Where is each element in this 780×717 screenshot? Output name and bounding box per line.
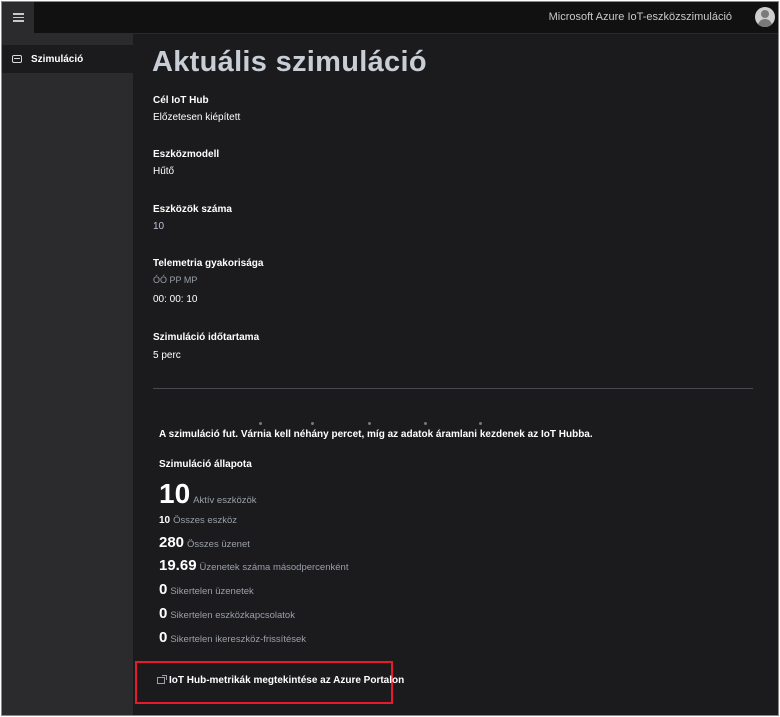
stat-failed-messages: 0 Sikertelen üzenetek: [159, 581, 254, 598]
stat-value: 0: [159, 605, 168, 622]
hamburger-menu-icon[interactable]: [2, 2, 34, 33]
stat-label: Összes üzenet: [187, 539, 250, 550]
app-window: Microsoft Azure IoT-eszközszimuláció Szi…: [1, 1, 779, 716]
stat-messages-per-second: 19.69 Üzenetek száma másodpercenként: [159, 557, 348, 574]
stat-label: Sikertelen üzenetek: [170, 586, 254, 597]
stat-label: Aktív eszközök: [193, 495, 257, 506]
stat-label: Sikertelen eszközkapcsolatok: [170, 610, 295, 621]
simulation-running-message: A szimuláció fut. Várnia kell néhány per…: [159, 429, 593, 440]
sidebar-item-label: Szimuláció: [31, 53, 84, 65]
page-title: Aktuális szimuláció: [152, 46, 427, 78]
stat-value: 19.69: [159, 557, 197, 574]
app-title: Microsoft Azure IoT-eszközszimuláció: [548, 11, 732, 23]
stat-failed-device-connections: 0 Sikertelen eszközkapcsolatok: [159, 605, 295, 622]
telemetry-frequency-label: Telemetria gyakorisága: [153, 258, 264, 269]
device-count-label: Eszközök száma: [153, 204, 232, 215]
main-content: Aktuális szimuláció Cél IoT Hub Előzetes…: [133, 34, 778, 715]
target-hub-label: Cél IoT Hub: [153, 95, 209, 106]
sidebar: Szimuláció: [2, 34, 133, 715]
device-model-value: Hűtő: [153, 166, 175, 177]
progress-dots: [259, 422, 489, 426]
simulation-duration-value: 5 perc: [153, 350, 181, 361]
stat-label: Sikertelen ikereszköz-frissítések: [170, 634, 307, 645]
sidebar-item-simulation[interactable]: Szimuláció: [2, 45, 133, 73]
stat-value: 280: [159, 534, 185, 551]
device-count-value: 10: [153, 221, 165, 232]
telemetry-frequency-hint: ÓÓ PP MP: [153, 275, 198, 285]
azure-portal-metrics-link[interactable]: IoT Hub-metrikák megtekintése az Azure P…: [157, 675, 404, 686]
stat-failed-twin-updates: 0 Sikertelen ikereszköz-frissítések: [159, 629, 306, 646]
target-hub-value: Előzetesen kiépített: [153, 112, 241, 123]
device-model-label: Eszközmodell: [153, 149, 220, 160]
stat-value: 0: [159, 581, 168, 598]
external-link-icon: [157, 675, 167, 684]
stat-active-devices: 10 Aktív eszközök: [159, 478, 257, 510]
simulation-duration-label: Szimuláció időtartama: [153, 332, 260, 343]
top-bar: Microsoft Azure IoT-eszközszimuláció: [2, 2, 778, 34]
stat-label: Üzenetek száma másodpercenként: [199, 562, 349, 573]
telemetry-frequency-value: 00: 00: 10: [153, 294, 198, 305]
stat-value: 0: [159, 629, 168, 646]
simulation-status-title: Szimuláció állapota: [159, 459, 252, 470]
user-avatar-icon[interactable]: [755, 7, 775, 27]
stat-value: 10: [159, 515, 171, 526]
azure-portal-metrics-link-label: IoT Hub-metrikák megtekintése az Azure P…: [169, 675, 405, 686]
stat-total-devices: 10 Összes eszköz: [159, 515, 237, 526]
stat-label: Összes eszköz: [173, 515, 238, 526]
stat-value: 10: [159, 478, 191, 509]
divider: [153, 388, 753, 389]
simulation-icon: [12, 55, 22, 63]
stat-total-messages: 280 Összes üzenet: [159, 534, 250, 551]
